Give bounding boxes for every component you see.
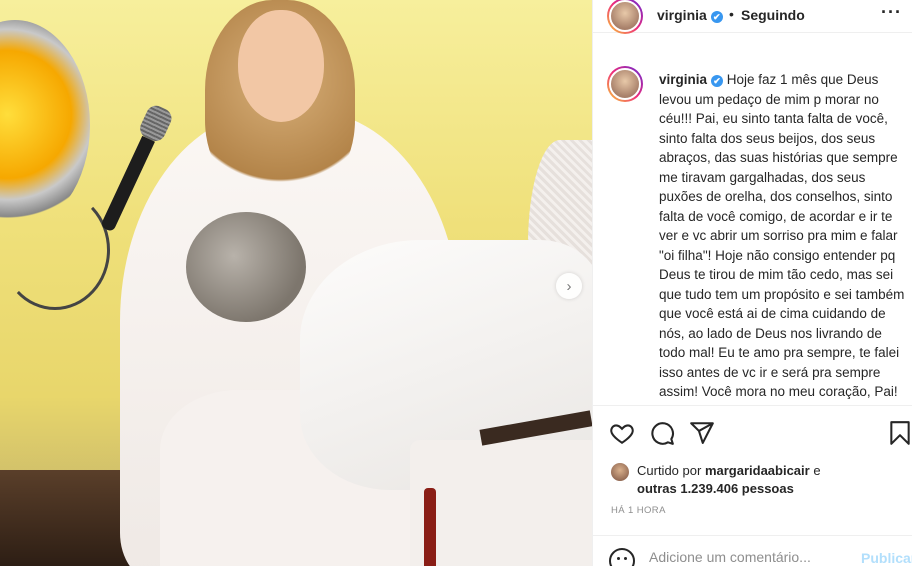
man-head [186, 212, 306, 322]
emoji-icon[interactable] [609, 548, 635, 566]
liked-by-conj: e [813, 463, 821, 478]
caption-text-block: virginia ✔ Hoje faz 1 mês que Deus levou … [659, 70, 905, 402]
liker-avatar[interactable] [611, 463, 629, 481]
post-timestamp[interactable]: HÁ 1 HORA [611, 505, 666, 516]
caption-avatar[interactable] [607, 66, 643, 102]
man-pants [410, 440, 592, 566]
chevron-right-icon: › [566, 277, 572, 295]
header-username[interactable]: virginia ✔ [657, 7, 723, 23]
action-bar [593, 405, 912, 461]
caption-username[interactable]: virginia ✔ [659, 72, 724, 87]
verified-badge-icon: ✔ [710, 11, 723, 23]
share-icon[interactable] [689, 420, 715, 446]
liker-username[interactable]: margaridaabicair [705, 463, 810, 478]
likes-count[interactable]: outras 1.239.406 pessoas [637, 481, 794, 496]
comment-bar: Publicar [593, 535, 912, 566]
avatar[interactable] [607, 0, 643, 34]
lamp-stand [0, 190, 110, 310]
caption-text: Hoje faz 1 mês que Deus levou um pedaço … [659, 72, 905, 399]
more-options-icon[interactable]: ··· [881, 2, 902, 23]
post-header: virginia ✔ • Seguindo ··· [593, 0, 912, 34]
following-button[interactable]: Seguindo [741, 7, 805, 23]
post-photo[interactable]: › [0, 0, 592, 566]
heart-icon[interactable] [609, 420, 635, 446]
caption: virginia ✔ Hoje faz 1 mês que Deus levou … [593, 62, 912, 402]
separator-dot: • [729, 6, 734, 22]
comment-icon[interactable] [649, 420, 675, 446]
cane [424, 488, 436, 566]
comment-input[interactable] [649, 548, 849, 566]
verified-badge-icon: ✔ [711, 75, 724, 87]
post-sidebar: virginia ✔ • Seguindo ··· virginia ✔ Hoje … [592, 0, 912, 566]
liked-by-prefix: Curtido por [637, 463, 702, 478]
bookmark-icon[interactable] [887, 420, 912, 446]
next-photo-button[interactable]: › [556, 273, 582, 299]
woman-face [238, 10, 324, 122]
publish-button[interactable]: Publicar [861, 550, 912, 566]
likes-summary: Curtido por margaridaabicair e outras 1.… [611, 460, 911, 500]
